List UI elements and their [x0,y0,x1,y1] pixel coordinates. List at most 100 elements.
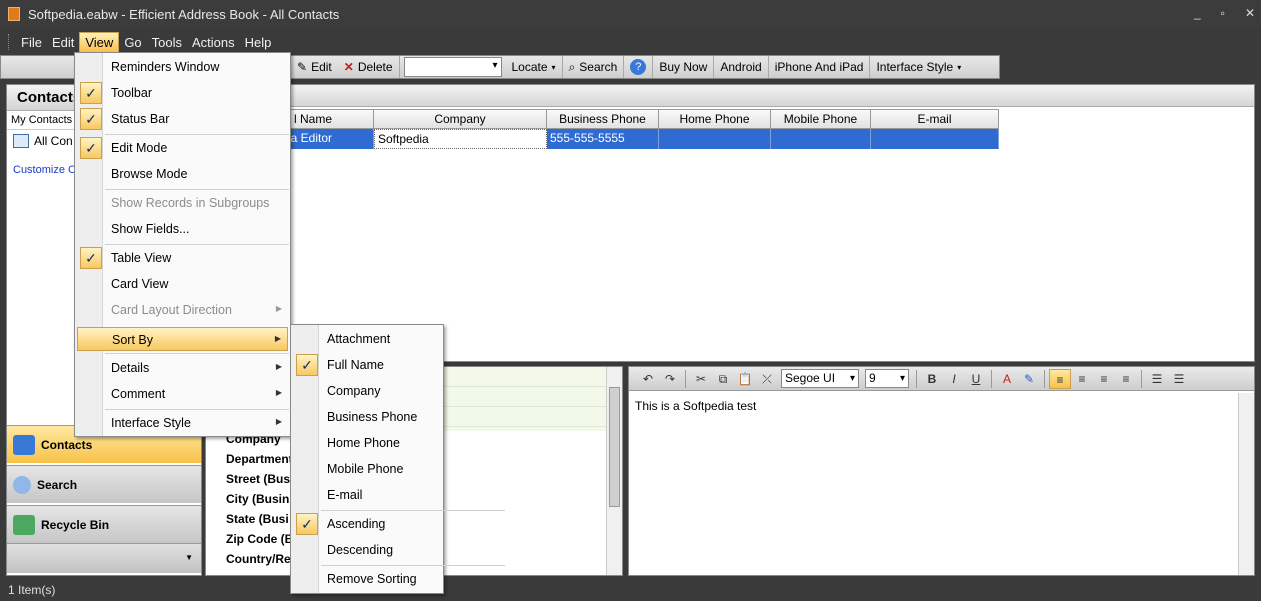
contacts-icon [13,434,35,455]
menu-item-toolbar[interactable]: ✓ Toolbar [77,81,288,105]
sort-item-email[interactable]: E-mail [293,483,441,507]
undo-icon[interactable]: ↶ [637,369,659,389]
sort-item-business-phone[interactable]: Business Phone [293,405,441,429]
details-scrollbar[interactable] [606,367,622,575]
menu-item-table-view[interactable]: ✓ Table View [77,246,288,270]
search-button[interactable]: ⌕ Search [563,56,625,78]
redo-icon[interactable]: ↷ [659,369,681,389]
contacts-grid-panel: l Name Company Business Phone Home Phone… [205,84,1255,362]
editor-scrollbar[interactable] [1238,393,1254,575]
menu-separator [105,409,289,410]
menu-grip[interactable] [8,34,11,50]
menu-tools[interactable]: Tools [147,33,187,52]
column-header-home-phone[interactable]: Home Phone [659,109,771,129]
maximize-button[interactable]: ▫ [1221,6,1225,20]
menu-edit[interactable]: Edit [47,33,79,52]
clear-format-icon[interactable]: ⤫ [756,369,778,389]
nav-search-button[interactable]: Search [7,465,201,503]
nav-contacts-label: Contacts [41,437,93,452]
nav-recycle-bin-button[interactable]: Recycle Bin [7,505,201,543]
column-header-company[interactable]: Company [374,109,547,129]
view-menu: Reminders Window ✓ Toolbar ✓ Status Bar … [74,52,291,437]
delete-button[interactable]: ✕ Delete [338,56,400,78]
close-button[interactable]: ✕ [1245,6,1255,20]
sort-item-ascending[interactable]: ✓ Ascending [293,512,441,536]
chevron-down-icon: ▾ [551,62,556,72]
submenu-arrow-icon: ▶ [275,417,282,426]
sort-item-descending[interactable]: Descending [293,538,441,562]
menu-help[interactable]: Help [240,33,277,52]
menu-item-details[interactable]: Details ▶ [77,356,288,380]
font-color-icon[interactable]: A [996,369,1018,389]
menu-go[interactable]: Go [119,33,146,52]
comment-editor: ↶ ↷ ✂ ⧉ 📋 ⤫ Segoe UI 9 B I U A ✎ ≡ ≡ ≡ ≡… [628,366,1255,576]
bullet-list-icon[interactable]: ☰ [1146,369,1168,389]
field-label-city: City (Busin [226,492,290,506]
column-header-email[interactable]: E-mail [871,109,999,129]
comment-text[interactable]: This is a Softpedia test [629,391,1254,421]
menu-item-edit-mode[interactable]: ✓ Edit Mode [77,136,288,160]
menu-item-card-view[interactable]: Card View [77,272,288,296]
separator [916,369,917,388]
separator [1141,369,1142,388]
italic-icon[interactable]: I [943,369,965,389]
paste-icon[interactable]: 📋 [734,369,756,389]
font-size-select[interactable]: 9 [865,369,909,388]
buy-now-button[interactable]: Buy Now [653,56,715,78]
menu-item-comment[interactable]: Comment ▶ [77,382,288,406]
sort-item-home-phone[interactable]: Home Phone [293,431,441,455]
bold-icon[interactable]: B [921,369,943,389]
align-center-icon[interactable]: ≡ [1071,369,1093,389]
details-scrollbar-thumb[interactable] [609,387,620,507]
android-button[interactable]: Android [714,56,769,78]
help-button[interactable]: ? [624,56,654,78]
menu-item-reminders-window[interactable]: Reminders Window [77,55,288,79]
cell-company[interactable]: Softpedia [374,129,547,149]
field-label-department: Department [226,452,293,466]
sort-by-submenu: Attachment ✓ Full Name Company Business … [290,324,505,594]
menu-item-status-bar[interactable]: ✓ Status Bar [77,107,288,131]
locate-combo[interactable] [403,57,502,77]
menu-bar: File Edit View Go Tools Actions Help [0,31,1261,53]
font-family-select[interactable]: Segoe UI [781,369,859,388]
sort-item-full-name[interactable]: ✓ Full Name [293,353,441,377]
align-right-icon[interactable]: ≡ [1093,369,1115,389]
edit-label: Edit [311,60,332,74]
menu-item-sort-by[interactable]: Sort By ▶ [77,327,288,351]
menu-view[interactable]: View [79,31,120,53]
sort-item-company[interactable]: Company [293,379,441,403]
copy-icon[interactable]: ⧉ [712,369,734,389]
menu-item-show-fields[interactable]: Show Fields... [77,217,288,241]
column-header-mobile-phone[interactable]: Mobile Phone [771,109,871,129]
cell-home-phone[interactable] [659,129,771,149]
window-title: Softpedia.eabw - Efficient Address Book … [28,6,340,22]
menu-separator [105,134,289,135]
sort-item-remove-sorting[interactable]: Remove Sorting [293,567,441,591]
iphone-button[interactable]: iPhone And iPad [769,56,871,78]
highlight-icon[interactable]: ✎ [1018,369,1040,389]
minimize-button[interactable]: _ [1194,6,1201,20]
cell-email[interactable] [871,129,999,149]
underline-icon[interactable]: U [965,369,987,389]
nav-footer[interactable]: ▼ [7,543,201,573]
edit-button[interactable]: ✎ Edit [291,56,338,78]
table-row[interactable]: ia Editor Softpedia 555-555-5555 [206,129,999,149]
column-header-business-phone[interactable]: Business Phone [547,109,659,129]
contacts-table: l Name Company Business Phone Home Phone… [206,109,999,149]
locate-button[interactable]: Locate ▾ [506,56,563,78]
menu-item-browse-mode[interactable]: Browse Mode [77,162,288,186]
cell-mobile-phone[interactable] [771,129,871,149]
menu-separator [321,510,505,511]
sort-item-mobile-phone[interactable]: Mobile Phone [293,457,441,481]
justify-icon[interactable]: ≡ [1115,369,1137,389]
align-left-icon[interactable]: ≡ [1049,368,1071,389]
cut-icon[interactable]: ✂ [690,369,712,389]
sort-item-attachment[interactable]: Attachment [293,327,441,351]
interface-style-button[interactable]: Interface Style ▾ [870,56,967,78]
cell-business-phone[interactable]: 555-555-5555 [547,129,659,149]
menu-actions[interactable]: Actions [187,33,240,52]
menu-item-interface-style[interactable]: Interface Style ▶ [77,411,288,435]
numbered-list-icon[interactable]: ☰ [1168,369,1190,389]
menu-file[interactable]: File [16,33,47,52]
status-bar: 1 Item(s) [0,580,1261,601]
